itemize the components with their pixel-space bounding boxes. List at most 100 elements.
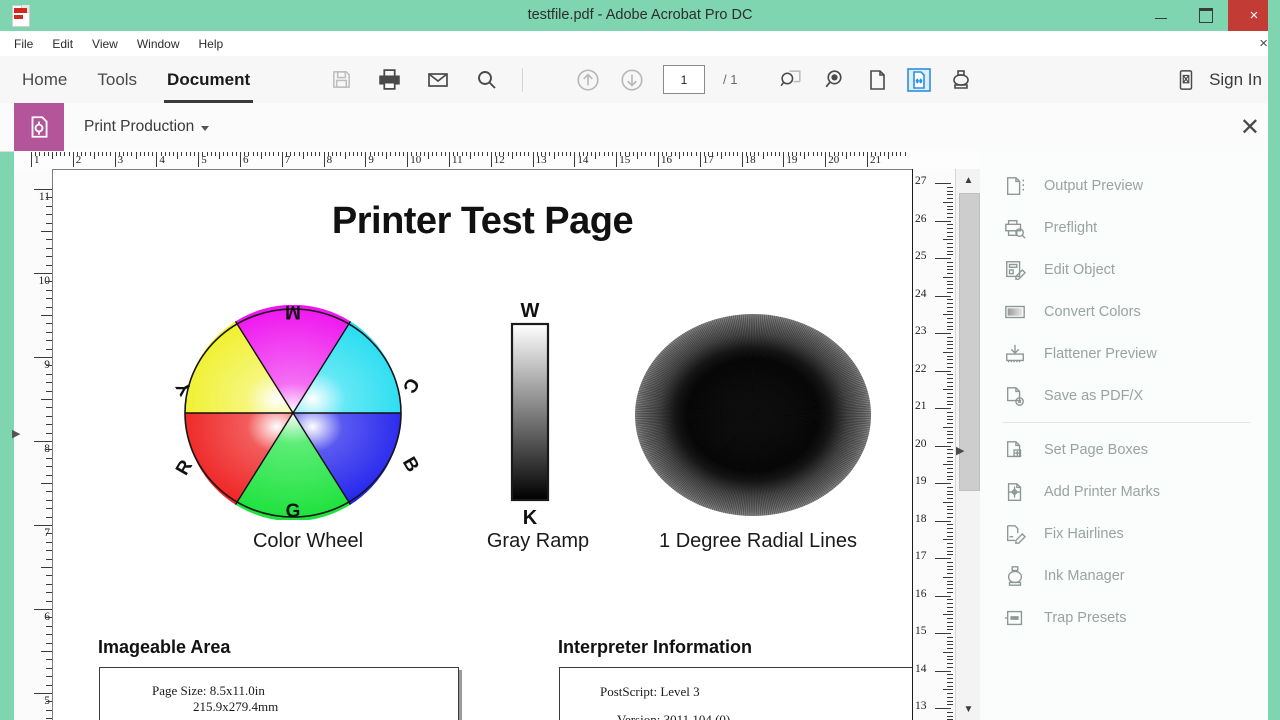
ruler-vertical-left[interactable]: 111098765	[14, 169, 53, 720]
wheel-label-r: R	[175, 456, 197, 479]
section-heading-imageable-area: Imageable Area	[98, 637, 231, 657]
menu-bar: File Edit View Window Help ×	[0, 31, 1280, 56]
page-total-label: / 1	[723, 72, 738, 87]
email-icon[interactable]	[426, 68, 450, 92]
panel-item-trap-presets[interactable]: Trap Presets	[980, 597, 1268, 639]
preflight-icon	[1002, 215, 1028, 241]
ruler-right-tick: 19	[915, 475, 927, 487]
panel-item-edit-object[interactable]: Edit Object	[980, 249, 1268, 291]
ruler-right-tick: 25	[915, 250, 927, 262]
panel-divider	[1002, 422, 1250, 423]
ramp-label-k: K	[523, 507, 538, 528]
chevron-down-icon[interactable]	[201, 126, 210, 131]
previous-page-icon[interactable]	[575, 67, 601, 93]
color-wheel-figure: M C B G R Y	[175, 305, 420, 520]
output-preview-icon	[1002, 173, 1028, 199]
menu-view[interactable]: View	[92, 37, 118, 51]
ruler-vertical-right[interactable]: 27 26 25 24 23 22 21 20 19 18 17 16 15 14 13	[912, 169, 955, 720]
document-viewer: 123456789101112131415161718192021 111098…	[14, 151, 980, 720]
wheel-label-m: M	[285, 305, 301, 322]
menu-help[interactable]: Help	[199, 37, 224, 51]
section-heading-interpreter-information: Interpreter Information	[558, 637, 753, 657]
sign-in-button[interactable]: Sign In	[1209, 70, 1262, 90]
tab-home[interactable]: Home	[22, 56, 67, 103]
ramp-label-w: W	[521, 300, 540, 322]
add-printer-marks-icon	[1002, 479, 1028, 505]
ruler-right-tick: 13	[915, 700, 927, 712]
print-production-label: Print Production	[84, 118, 195, 135]
window-controls: ×	[1138, 0, 1280, 31]
panel-item-fix-hairlines[interactable]: Fix Hairlines	[980, 513, 1268, 555]
print-icon[interactable]	[377, 67, 402, 92]
menu-window[interactable]: Window	[137, 37, 180, 51]
panel-item-convert-colors[interactable]: Convert Colors	[980, 291, 1268, 333]
window-title: testfile.pdf - Adobe Acrobat Pro DC	[527, 7, 753, 23]
figure-caption-radial-lines: 1 Degree Radial Lines	[659, 530, 857, 552]
imageable-area-box: Page Size: 8.5x11.0in 215.9x279.4mm	[99, 667, 459, 720]
right-panel-collapse-arrow[interactable]: ▶	[956, 443, 969, 457]
sign-in-device-icon[interactable]	[1175, 68, 1197, 92]
close-toolbar-button[interactable]: ✕	[1240, 103, 1260, 151]
menu-file[interactable]: File	[14, 37, 33, 51]
ruler-right-tick: 16	[915, 587, 927, 600]
panel-item-label: Output Preview	[1044, 178, 1144, 194]
figure-caption-color-wheel: Color Wheel	[252, 530, 364, 552]
zoom-out-marquee-icon[interactable]	[779, 67, 804, 92]
panel-item-flattener-preview[interactable]: Flattener Preview	[980, 333, 1268, 375]
maximize-button[interactable]	[1183, 0, 1228, 31]
panel-item-ink-manager[interactable]: Ink Manager	[980, 555, 1268, 597]
save-icon[interactable]	[330, 68, 353, 91]
left-panel-expand-arrow[interactable]: ▶	[12, 425, 24, 441]
fix-hairlines-icon	[1002, 521, 1028, 547]
vertical-scrollbar[interactable]: ▲ ▼ ▶	[955, 169, 980, 720]
pdf-page[interactable]: Printer Test Page M C B G R Y W K Color …	[53, 170, 912, 720]
imageable-area-line-1: Page Size: 8.5x11.0in	[152, 683, 265, 698]
read-mode-icon[interactable]	[949, 68, 973, 92]
panel-item-output-preview[interactable]: Output Preview	[980, 165, 1268, 207]
panel-item-label: Fix Hairlines	[1044, 526, 1124, 542]
toolbar-divider	[522, 67, 523, 92]
ruler-horizontal[interactable]: 1 2 3 4 5 6 7 8 9 10 11 12 13 14 15 16 17 18 19 20 21	[14, 151, 980, 170]
save-as-pdfx-icon	[1002, 383, 1028, 409]
print-production-toolbar: Print Production ✕	[0, 103, 1280, 152]
acrobat-window: testfile.pdf - Adobe Acrobat Pro DC × Fi…	[0, 0, 1280, 720]
tab-tools[interactable]: Tools	[97, 56, 137, 103]
ruler-right-tick: 26	[915, 212, 927, 225]
ruler-right-tick: 21	[915, 400, 927, 412]
zoom-in-icon[interactable]	[822, 67, 847, 92]
ruler-right-tick: 27	[915, 175, 927, 187]
fit-width-icon[interactable]	[907, 67, 932, 92]
wheel-label-b: B	[398, 454, 420, 476]
panel-item-label: Flattener Preview	[1044, 346, 1157, 362]
minimize-button[interactable]	[1138, 0, 1183, 31]
page-number-input[interactable]: 1	[663, 65, 705, 94]
interpreter-line-2: Version: 3011.104 (0)	[617, 712, 731, 720]
wheel-label-c: C	[398, 374, 420, 397]
panel-item-set-page-boxes[interactable]: Set Page Boxes	[980, 429, 1268, 471]
title-bar: testfile.pdf - Adobe Acrobat Pro DC ×	[0, 0, 1280, 31]
scroll-down-button[interactable]: ▼	[956, 698, 980, 720]
fit-page-icon[interactable]	[865, 68, 889, 92]
panel-item-save-as-pdf-x[interactable]: Save as PDF/X	[980, 375, 1268, 417]
panel-item-add-printer-marks[interactable]: Add Printer Marks	[980, 471, 1268, 513]
search-icon[interactable]	[474, 68, 498, 92]
convert-colors-icon	[1002, 299, 1028, 325]
menu-edit[interactable]: Edit	[52, 37, 73, 51]
scroll-up-button[interactable]: ▲	[956, 169, 980, 191]
panel-item-label: Ink Manager	[1044, 568, 1125, 584]
wheel-label-g: G	[286, 501, 301, 520]
flattener-preview-icon	[1002, 341, 1028, 367]
print-production-title-group[interactable]: Print Production	[84, 103, 210, 151]
gray-ramp-figure: W K	[496, 298, 564, 528]
radial-lines-figure	[628, 310, 878, 520]
interpreter-line-1: PostScript: Level 3	[600, 684, 700, 699]
ruler-right-tick: 20	[915, 437, 927, 450]
tab-document[interactable]: Document	[164, 56, 254, 103]
next-page-icon[interactable]	[619, 67, 645, 93]
print-production-icon	[14, 103, 64, 151]
panel-item-label: Save as PDF/X	[1044, 388, 1144, 404]
ruler-right-tick: 22	[915, 362, 927, 375]
panel-item-preflight[interactable]: Preflight	[980, 207, 1268, 249]
document-close-button[interactable]: ×	[1259, 34, 1268, 53]
ruler-right-tick: 24	[915, 287, 927, 300]
